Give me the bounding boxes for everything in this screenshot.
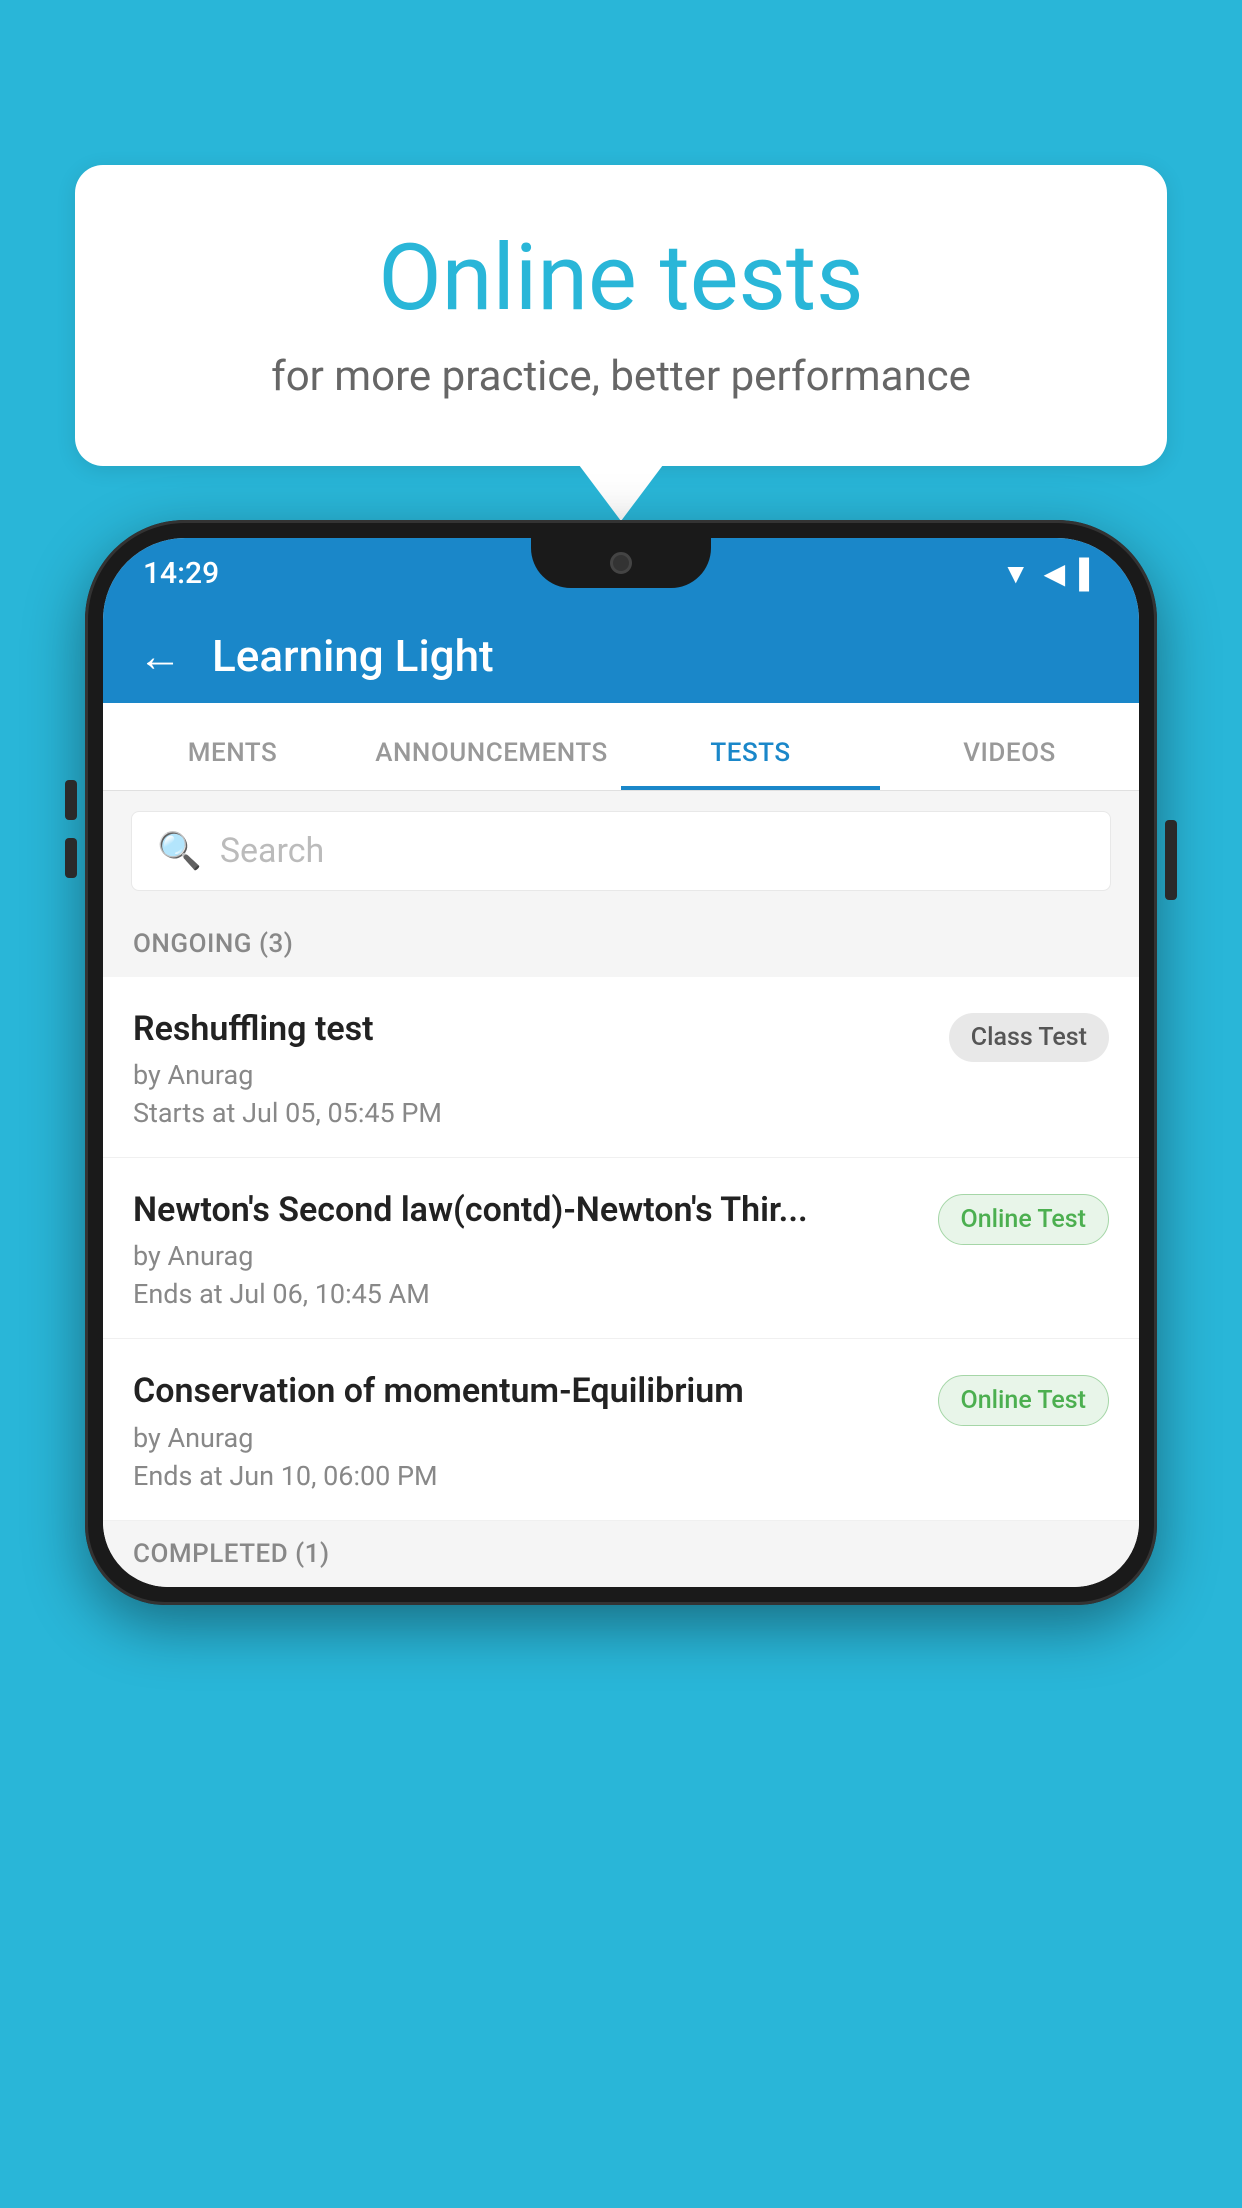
test-name-1: Reshuffling test bbox=[133, 1007, 929, 1051]
app-title: Learning Light bbox=[212, 630, 494, 682]
phone-frame: 14:29 ▼ ◀ ▌ ← Learning Light MENTS ANNOU… bbox=[85, 520, 1157, 2208]
badge-online-test-3: Online Test bbox=[938, 1375, 1109, 1426]
app-header: ← Learning Light bbox=[103, 608, 1139, 703]
test-author-1: by Anurag bbox=[133, 1059, 929, 1091]
ongoing-section-header: ONGOING (3) bbox=[103, 911, 1139, 977]
search-container: 🔍 Search bbox=[103, 791, 1139, 911]
back-button[interactable]: ← bbox=[138, 630, 182, 682]
notch bbox=[531, 538, 711, 588]
test-author-2: by Anurag bbox=[133, 1240, 918, 1272]
status-time: 14:29 bbox=[143, 556, 219, 591]
test-item-3[interactable]: Conservation of momentum-Equilibrium by … bbox=[103, 1339, 1139, 1520]
tab-announcements[interactable]: ANNOUNCEMENTS bbox=[362, 738, 621, 790]
volume-up-button bbox=[65, 780, 77, 820]
search-bar[interactable]: 🔍 Search bbox=[131, 811, 1111, 891]
test-info-2: Newton's Second law(contd)-Newton's Thir… bbox=[133, 1188, 938, 1310]
front-camera bbox=[610, 552, 632, 574]
promo-bubble: Online tests for more practice, better p… bbox=[75, 165, 1167, 466]
test-name-3: Conservation of momentum-Equilibrium bbox=[133, 1369, 918, 1413]
tab-ments[interactable]: MENTS bbox=[103, 738, 362, 790]
tab-tests[interactable]: TESTS bbox=[621, 738, 880, 790]
ongoing-label: ONGOING (3) bbox=[133, 929, 293, 959]
test-item-2[interactable]: Newton's Second law(contd)-Newton's Thir… bbox=[103, 1158, 1139, 1339]
completed-section-header: COMPLETED (1) bbox=[103, 1521, 1139, 1587]
bubble-title: Online tests bbox=[145, 225, 1097, 332]
bubble-subtitle: for more practice, better performance bbox=[145, 352, 1097, 401]
wifi-icon: ▼ bbox=[1002, 557, 1030, 590]
test-time-1: Starts at Jul 05, 05:45 PM bbox=[133, 1097, 929, 1129]
search-icon: 🔍 bbox=[157, 830, 202, 872]
badge-class-test-1: Class Test bbox=[949, 1013, 1109, 1062]
test-author-3: by Anurag bbox=[133, 1422, 918, 1454]
status-bar: 14:29 ▼ ◀ ▌ bbox=[103, 538, 1139, 608]
tab-videos[interactable]: VIDEOS bbox=[880, 738, 1139, 790]
power-button bbox=[1165, 820, 1177, 900]
search-placeholder: Search bbox=[220, 831, 324, 871]
test-list: Reshuffling test by Anurag Starts at Jul… bbox=[103, 977, 1139, 1521]
signal-icon: ◀ bbox=[1044, 557, 1066, 590]
badge-online-test-2: Online Test bbox=[938, 1194, 1109, 1245]
phone-left-buttons bbox=[65, 780, 77, 878]
battery-icon: ▌ bbox=[1079, 557, 1099, 590]
completed-label: COMPLETED (1) bbox=[133, 1539, 330, 1569]
test-info-3: Conservation of momentum-Equilibrium by … bbox=[133, 1369, 938, 1491]
volume-down-button bbox=[65, 838, 77, 878]
tabs-bar: MENTS ANNOUNCEMENTS TESTS VIDEOS bbox=[103, 703, 1139, 791]
test-time-3: Ends at Jun 10, 06:00 PM bbox=[133, 1460, 918, 1492]
test-item-1[interactable]: Reshuffling test by Anurag Starts at Jul… bbox=[103, 977, 1139, 1158]
test-time-2: Ends at Jul 06, 10:45 AM bbox=[133, 1278, 918, 1310]
test-name-2: Newton's Second law(contd)-Newton's Thir… bbox=[133, 1188, 918, 1232]
test-info-1: Reshuffling test by Anurag Starts at Jul… bbox=[133, 1007, 949, 1129]
status-icons: ▼ ◀ ▌ bbox=[1002, 557, 1099, 590]
